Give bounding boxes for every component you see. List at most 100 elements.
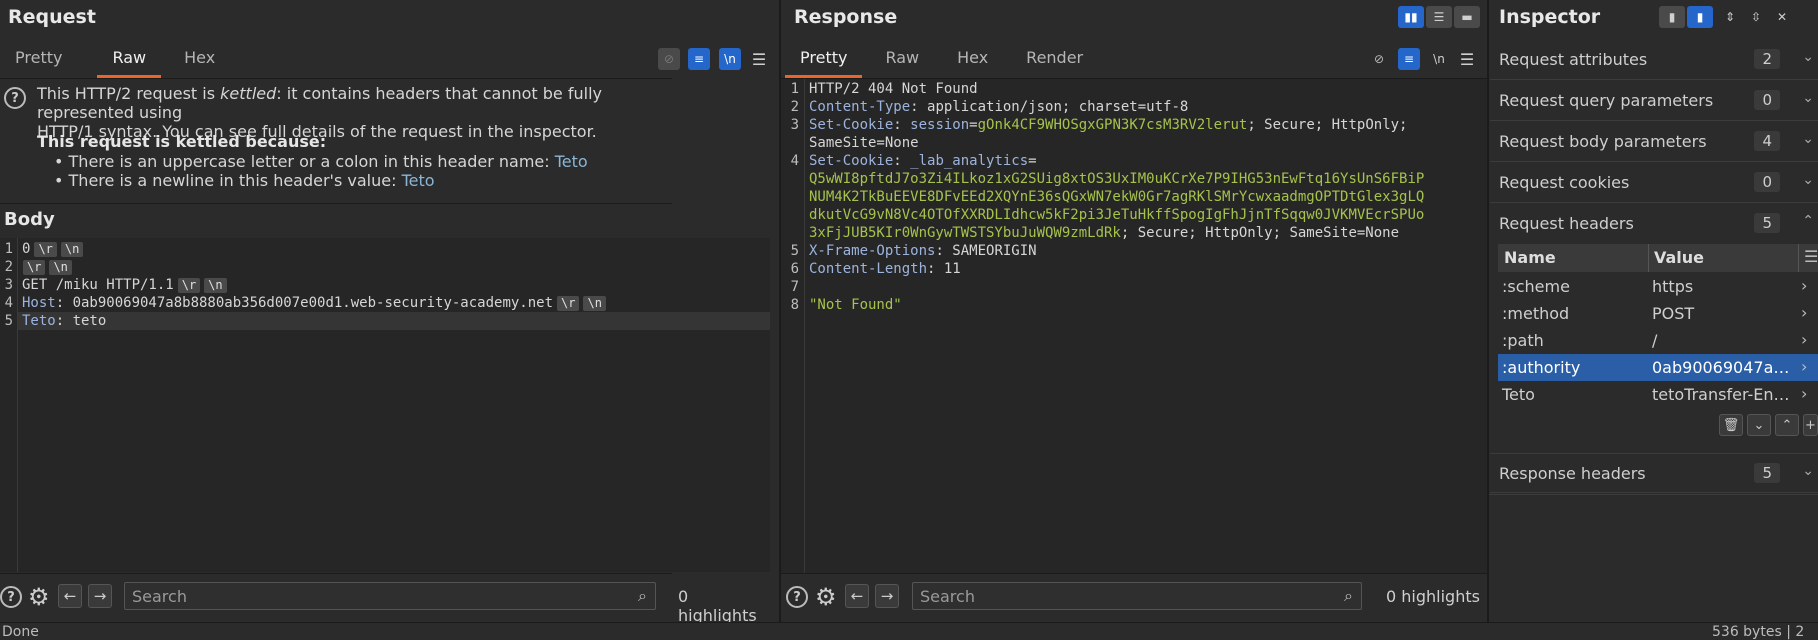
wrap-lines-icon[interactable]: ≡	[1398, 48, 1420, 70]
chevron-right-icon: ›	[1801, 303, 1808, 322]
status-bar: Done 536 bytes | 2	[0, 622, 1818, 640]
code-line: SameSite=None	[809, 135, 919, 151]
line-number: 2	[4, 259, 13, 275]
response-title: Response	[794, 6, 898, 28]
columns-icon[interactable]: ☰	[1804, 247, 1818, 266]
tab-pretty[interactable]: Pretty	[785, 42, 863, 78]
status-text: Done	[2, 624, 39, 640]
body-title: Body	[4, 209, 55, 230]
line-number: 5	[4, 313, 13, 329]
divider	[1489, 494, 1818, 495]
highlights-count: 0 highlights	[678, 587, 757, 625]
chevron-down-icon: ⌄	[1802, 463, 1814, 479]
code-line: 3xFjJUB5KIr0WnGywTWSTSYbuJuWQW9zmLdRk; S…	[809, 225, 1400, 241]
highlights-count: 0 highlights	[1386, 587, 1480, 606]
forward-icon[interactable]: →	[875, 584, 899, 608]
response-panel: Response ▮▮ ☰ ▬ Pretty Raw Hex Render ⊘ …	[781, 0, 1487, 622]
line-number: 2	[790, 99, 799, 115]
request-title: Request	[8, 6, 96, 28]
section-request-headers[interactable]: Request headers 5 ⌃	[1490, 204, 1818, 244]
request-panel: Request Pretty Raw Hex ⊘ ≡ \n ☰ ? This H…	[0, 0, 770, 625]
header-row[interactable]: :scheme https ›	[1498, 273, 1818, 300]
menu-icon[interactable]: ☰	[1456, 48, 1478, 70]
notice-italic: kettled	[220, 84, 277, 103]
wrap-lines-icon[interactable]: ≡	[688, 48, 710, 70]
inspector-layout-icon[interactable]: ▮	[1659, 6, 1685, 28]
show-newlines-icon[interactable]: \n	[1428, 48, 1450, 70]
help-icon[interactable]: ?	[0, 586, 22, 608]
line-number: 8	[790, 297, 799, 313]
reason-1-text: There is an uppercase letter or a colon …	[68, 152, 555, 171]
show-newlines-icon[interactable]: \n	[719, 48, 741, 70]
section-request-query-parameters[interactable]: Request query parameters 0 ⌄	[1490, 81, 1818, 121]
help-icon[interactable]: ?	[786, 586, 808, 608]
tab-hex[interactable]: Hex	[169, 42, 230, 78]
chevron-down-icon: ⌄	[1802, 49, 1814, 65]
hide-nonprint-icon[interactable]: ⊘	[658, 48, 680, 70]
divider	[0, 78, 672, 79]
tab-raw[interactable]: Raw	[870, 42, 934, 78]
back-icon[interactable]: ←	[58, 584, 82, 608]
code-line: Content-Type: application/json; charset=…	[809, 99, 1189, 115]
expand-all-icon[interactable]: ⇕	[1719, 6, 1741, 28]
collapse-all-icon[interactable]: ⇳	[1745, 6, 1767, 28]
line-number: 3	[4, 277, 13, 293]
move-down-icon[interactable]: ⌄	[1747, 414, 1771, 436]
header-row-selected[interactable]: :authority0ab90069047a8b8880ab356d007e00…	[1498, 354, 1818, 381]
move-up-icon[interactable]: ⌃	[1775, 414, 1799, 436]
code-line: GET /miku HTTP/1.1 \r \n	[22, 277, 227, 293]
chevron-right-icon: ›	[1801, 357, 1808, 376]
forward-icon[interactable]: →	[88, 584, 112, 608]
section-request-attributes[interactable]: Request attributes 2 ⌄	[1490, 40, 1818, 80]
code-line: Set-Cookie: _lab_analytics=	[809, 153, 1037, 169]
line-number: 3	[790, 117, 799, 133]
chevron-right-icon: ›	[1801, 330, 1808, 349]
code-line: Q5wWI8pftdJ7o3Zi4ILkoz1xG2SUig8xtOS3UxIM…	[809, 171, 1425, 187]
tab-raw[interactable]: Raw	[97, 42, 162, 78]
hide-nonprint-icon[interactable]: ⊘	[1368, 48, 1390, 70]
line-number: 1	[4, 241, 13, 257]
settings-icon[interactable]: ⚙	[815, 583, 837, 611]
settings-icon[interactable]: ⚙	[28, 583, 50, 611]
reason-1: • There is an uppercase letter or a colo…	[54, 152, 588, 171]
reason-2-text: There is a newline in this header's valu…	[68, 171, 402, 190]
search-icon: ⌕	[638, 586, 647, 605]
menu-icon[interactable]: ☰	[748, 48, 770, 70]
header-row[interactable]: :method POST ›	[1498, 300, 1818, 327]
tab-hex[interactable]: Hex	[942, 42, 1003, 78]
header-row[interactable]: TetotetoTransfer-Encoding: chunked›	[1498, 381, 1818, 408]
inspector-layout-active-icon[interactable]: ▮	[1687, 6, 1713, 28]
code-line: \r \n	[19, 259, 72, 275]
line-number: 6	[790, 261, 799, 277]
tab-render[interactable]: Render	[1011, 42, 1098, 78]
gutter-border	[17, 238, 18, 572]
chevron-up-icon: ⌃	[1802, 213, 1814, 229]
layout-tabs-icon[interactable]: ▬	[1454, 6, 1480, 28]
tab-pretty[interactable]: Pretty	[0, 42, 77, 78]
line-number: 4	[790, 153, 799, 169]
request-editor[interactable]: 1 0 \r \n 2 \r \n 3 GET /miku HTTP/1.1 \r \n …	[0, 238, 770, 572]
divider	[0, 203, 672, 204]
header-row[interactable]: :path / ›	[1498, 327, 1818, 354]
headers-table-header: Name Value ☰	[1498, 244, 1818, 272]
layout-side-by-side-icon[interactable]: ▮▮	[1398, 6, 1424, 28]
search-input[interactable]: Search ⌕	[912, 582, 1362, 610]
layout-top-bottom-icon[interactable]: ☰	[1426, 6, 1452, 28]
response-editor[interactable]: 1 HTTP/2 404 Not Found 2 Content-Type: a…	[781, 78, 1487, 574]
add-icon[interactable]: +	[1803, 414, 1818, 436]
col-value: Value	[1654, 248, 1705, 267]
section-response-headers[interactable]: Response headers 5 ⌄	[1490, 453, 1818, 493]
section-request-body-parameters[interactable]: Request body parameters 4 ⌄	[1490, 122, 1818, 162]
search-input[interactable]: Search ⌕	[124, 582, 656, 610]
close-icon[interactable]: ✕	[1771, 6, 1793, 28]
code-line: "Not Found"	[809, 297, 902, 313]
divider	[0, 573, 672, 574]
code-line: dkutVcG9vN8Vc4OTOfXXRDLIdhcw5kF2pi3JeTuH…	[809, 207, 1425, 223]
inspector-title: Inspector	[1499, 6, 1601, 28]
delete-icon[interactable]: 🗑	[1719, 414, 1743, 436]
section-request-cookies[interactable]: Request cookies 0 ⌄	[1490, 163, 1818, 203]
back-icon[interactable]: ←	[845, 584, 869, 608]
code-line: NUM4K2TkBuEEVE8DFvEEd2XQYnE36sQGxWN7ekW0…	[809, 189, 1425, 205]
reason-title: This request is kettled because:	[37, 132, 327, 151]
code-line: HTTP/2 404 Not Found	[809, 81, 978, 97]
